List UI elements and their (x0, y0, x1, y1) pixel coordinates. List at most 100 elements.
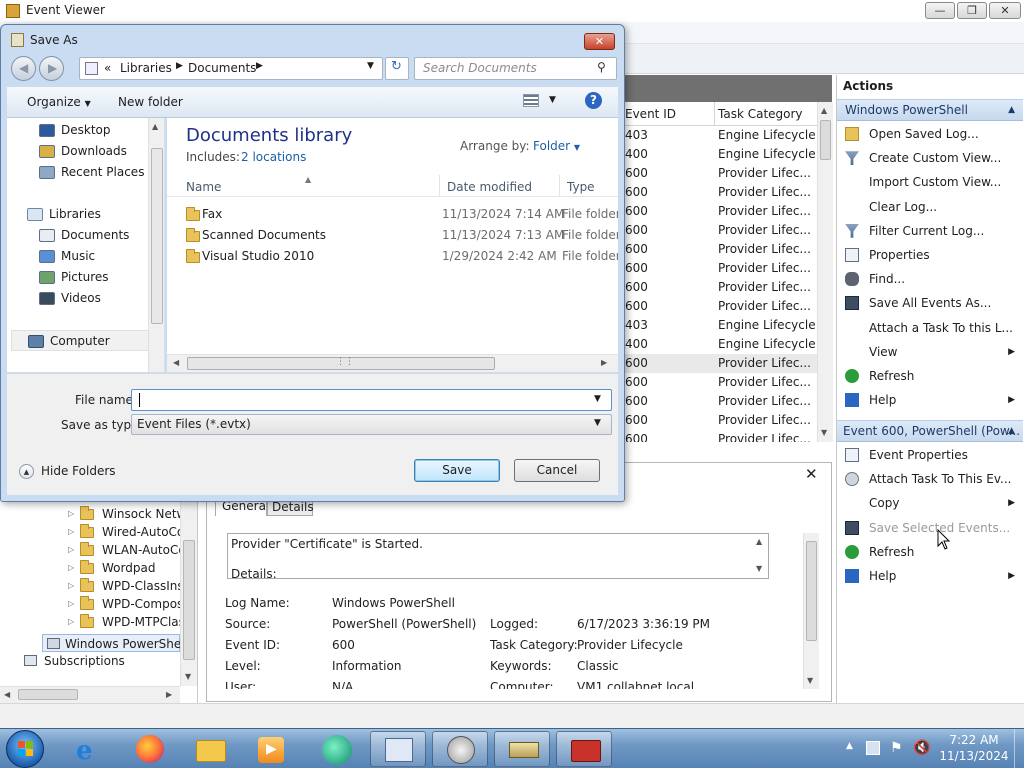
event-row[interactable]: 600 Provider Lifec... (621, 411, 821, 430)
tree-item-log-folder[interactable]: ▷ Winsock Netw (68, 505, 186, 523)
event-row[interactable]: 600 Provider Lifec... (621, 297, 821, 316)
event-row[interactable]: 600 Provider Lifec... (621, 373, 821, 392)
file-hscrollbar[interactable]: ◀ ⋮⋮ ▶ (167, 354, 618, 372)
file-row[interactable]: Fax 11/13/2024 7:14 AM File folder (167, 204, 618, 225)
address-dropdown-icon[interactable]: ▼ (367, 61, 374, 71)
tree-item-log-folder[interactable]: ▷ WPD-ClassInst (68, 577, 188, 595)
view-dropdown-icon[interactable]: ▼ (549, 95, 556, 105)
nav-recent-places[interactable]: Recent Places (7, 162, 157, 183)
detail-scroll-thumb[interactable] (806, 541, 817, 641)
file-row[interactable]: Visual Studio 2010 1/29/2024 2:42 AM File … (167, 246, 618, 267)
nav-scrollbar[interactable]: ▲ (148, 118, 164, 372)
action-open-saved-log[interactable]: Open Saved Log... (837, 122, 1023, 146)
action-help[interactable]: Help ▶ (837, 388, 1023, 412)
save-button[interactable]: Save (414, 459, 500, 482)
file-name-input[interactable]: ▼ (131, 389, 612, 411)
tree-item-subscriptions[interactable]: Subscriptions (20, 652, 125, 670)
event-row[interactable]: 600 Provider Lifec... (621, 164, 821, 183)
tree-item-log-folder[interactable]: ▷ Wired-AutoCo (68, 523, 184, 541)
expand-arrow-icon[interactable]: ▷ (68, 577, 74, 595)
dialog-close-button[interactable]: ✕ (584, 33, 615, 50)
expand-arrow-icon[interactable]: ▷ (68, 613, 74, 631)
show-desktop-button[interactable] (1014, 729, 1024, 769)
help-icon[interactable]: ? (585, 92, 602, 109)
explorer-taskbar-button[interactable] (182, 731, 238, 767)
internet-explorer-taskbar-button[interactable]: e (62, 731, 118, 767)
nav-library-pictures[interactable]: Pictures (7, 267, 157, 288)
media-player-taskbar-button[interactable]: ▶ (242, 731, 298, 767)
event-row[interactable]: 600 Provider Lifec... (621, 354, 821, 373)
system-clock[interactable]: 7:22 AM 11/13/2024 (938, 732, 1010, 764)
refresh-address-button[interactable]: ↻ (385, 57, 409, 80)
firefox-taskbar-button[interactable] (122, 731, 178, 767)
nav-library-documents[interactable]: Documents (7, 225, 157, 246)
computer-management-taskbar-button[interactable] (370, 731, 426, 767)
tree-hscrollbar[interactable]: ◀ ▶ (0, 686, 180, 703)
expand-arrow-icon[interactable]: ▷ (68, 541, 74, 559)
nav-desktop[interactable]: Desktop (7, 120, 157, 141)
action-center-flag-icon[interactable]: ⚑ (890, 740, 903, 756)
event-row[interactable]: 600 Provider Lifec... (621, 259, 821, 278)
expand-arrow-icon[interactable]: ▷ (68, 559, 74, 577)
nav-downloads[interactable]: Downloads (7, 141, 157, 162)
nav-library-music[interactable]: Music (7, 246, 157, 267)
action-copy[interactable]: Copy ▶ (837, 491, 1023, 515)
restore-button[interactable]: ❐ (957, 2, 987, 19)
includes-locations-link[interactable]: 2 locations (241, 150, 306, 164)
file-hscroll-thumb[interactable]: ⋮⋮ (187, 357, 495, 370)
volume-muted-icon[interactable]: 🔇 (913, 740, 930, 756)
cancel-button[interactable]: Cancel (514, 459, 600, 482)
action-filter-current-log[interactable]: Filter Current Log... (837, 219, 1023, 243)
detail-scrollbar[interactable]: ▼ (803, 533, 819, 689)
organize-menu[interactable]: Organize ▼ (27, 95, 91, 109)
tree-item-log-folder[interactable]: ▷ WPD-Compos (68, 595, 183, 613)
action-save-selected-events[interactable]: Save Selected Events... (837, 516, 1023, 540)
tree-vscrollbar[interactable]: ▼ (180, 500, 197, 686)
network-icon[interactable] (866, 741, 880, 755)
new-folder-button[interactable]: New folder (118, 95, 183, 109)
event-row[interactable]: 600 Provider Lifec... (621, 240, 821, 259)
event-row[interactable]: 403 Engine Lifecycle (621, 126, 821, 145)
list-scroll-thumb[interactable] (820, 120, 831, 160)
action-find[interactable]: Find... (837, 267, 1023, 291)
action-attach-a-task-to-this-l[interactable]: Attach a Task To this L... (837, 316, 1023, 340)
event-list[interactable]: Event ID Task Category 403 Engine Lifecyc… (620, 102, 833, 442)
column-header-date[interactable]: Date modified (447, 180, 532, 194)
event-row[interactable]: 600 Provider Lifec... (621, 430, 821, 442)
arrange-by-dropdown[interactable]: Folder ▼ (533, 139, 580, 153)
expand-arrow-icon[interactable]: ▷ (68, 595, 74, 613)
breadcrumb-documents[interactable]: Documents (188, 61, 256, 75)
action-refresh[interactable]: Refresh (837, 540, 1023, 564)
action-view[interactable]: View ▶ (837, 340, 1023, 364)
save-as-type-select[interactable]: Event Files (*.evtx) ▼ (131, 414, 612, 435)
forward-button[interactable]: ▶ (39, 56, 64, 81)
action-properties[interactable]: Properties (837, 243, 1023, 267)
start-button[interactable] (6, 730, 44, 768)
event-row[interactable]: 600 Provider Lifec... (621, 183, 821, 202)
action-save-all-events-as[interactable]: Save All Events As... (837, 291, 1023, 315)
breadcrumb-separator-icon[interactable]: ▶ (176, 61, 183, 71)
actions-section-powershell[interactable]: Windows PowerShell ▲ (837, 99, 1023, 121)
event-row[interactable]: 403 Engine Lifecycle (621, 316, 821, 335)
actions-section-event[interactable]: Event 600, PowerShell (Pow... ▲ (837, 420, 1023, 442)
action-refresh[interactable]: Refresh (837, 364, 1023, 388)
type-dropdown-icon[interactable]: ▼ (594, 418, 601, 428)
app-taskbar-button[interactable] (308, 731, 364, 767)
tree-item-log-folder[interactable]: ▷ WLAN-AutoCo (68, 541, 186, 559)
event-row[interactable]: 600 Provider Lifec... (621, 278, 821, 297)
tool-taskbar-button[interactable] (494, 731, 550, 767)
expand-arrow-icon[interactable]: ▷ (68, 523, 74, 541)
nav-computer[interactable]: Computer (11, 330, 151, 351)
column-header-type[interactable]: Type (567, 180, 595, 194)
event-row[interactable]: 600 Provider Lifec... (621, 202, 821, 221)
column-header-name[interactable]: Name (186, 180, 221, 194)
event-row[interactable]: 400 Engine Lifecycle (621, 145, 821, 164)
tree-item-log-folder[interactable]: ▷ WPD-MTPClas (68, 613, 185, 631)
close-detail-icon[interactable]: ✕ (805, 465, 818, 483)
action-event-properties[interactable]: Event Properties (837, 443, 1023, 467)
tree-vscroll-thumb[interactable] (183, 540, 195, 660)
breadcrumb-overflow-icon[interactable]: « (104, 61, 111, 75)
file-row[interactable]: Scanned Documents 11/13/2024 7:13 AM File … (167, 225, 618, 246)
minimize-button[interactable]: — (925, 2, 955, 19)
search-icon[interactable]: ⚲ (597, 60, 606, 74)
